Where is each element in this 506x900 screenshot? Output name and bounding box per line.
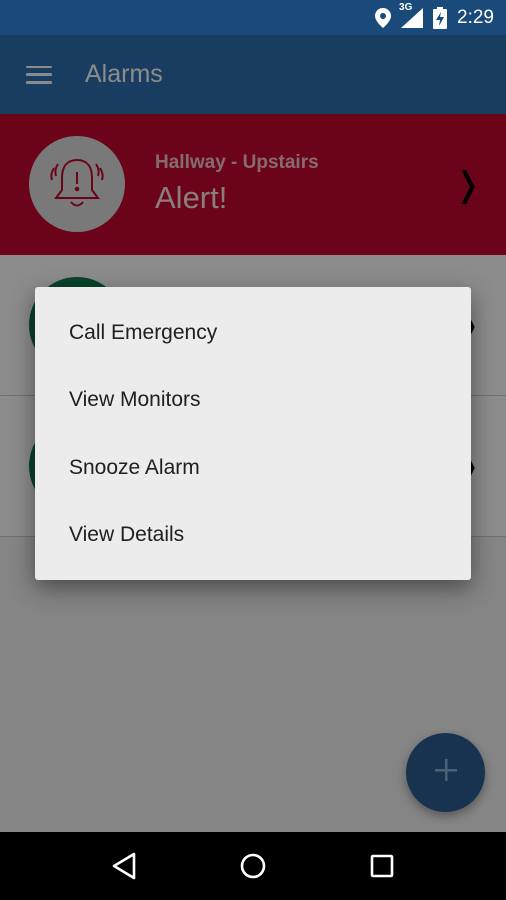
system-nav-bar (0, 832, 506, 900)
back-icon[interactable] (102, 844, 146, 888)
alarm-actions-dialog: Call Emergency View Monitors Snooze Alar… (35, 287, 471, 580)
home-icon[interactable] (231, 844, 275, 888)
status-bar: 3G 2:29 (0, 0, 506, 35)
location-icon (375, 7, 392, 28)
battery-charging-icon (433, 6, 448, 29)
view-details-option[interactable]: View Details (35, 502, 471, 570)
recents-icon[interactable] (360, 844, 404, 888)
network-type: 3G (399, 1, 413, 13)
call-emergency-option[interactable]: Call Emergency (35, 299, 471, 367)
view-monitors-option[interactable]: View Monitors (35, 367, 471, 435)
screen: 3G 2:29 Alarms Hallway - Upstairs Alert!… (0, 0, 506, 900)
clock: 2:29 (457, 6, 494, 28)
snooze-alarm-option[interactable]: Snooze Alarm (35, 434, 471, 502)
cell-signal-icon: 3G (399, 2, 424, 28)
